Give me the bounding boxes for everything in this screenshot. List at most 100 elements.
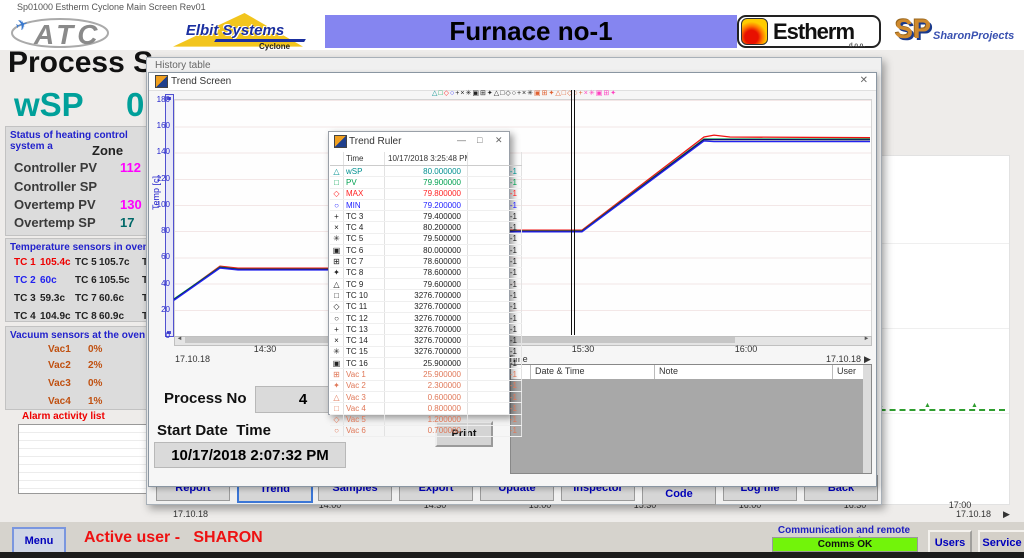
series-PV — [174, 138, 870, 300]
temperature-sensors-panel: Temperature sensors in oven cavit TC 1 1… — [5, 238, 174, 324]
legend-symbol: ◇ — [443, 90, 450, 97]
tc6-label: TC 6 — [75, 275, 97, 286]
legend-symbol: ✦ — [548, 90, 555, 97]
legend-symbol: △ — [555, 90, 561, 97]
trend-zoom-strip[interactable] — [165, 94, 174, 337]
menu-button[interactable]: Menu — [12, 527, 66, 554]
tc3-label: TC 3 — [14, 293, 36, 304]
tc5-label: TC 5 — [75, 257, 97, 268]
vac4-value: 1% — [88, 396, 103, 407]
process-screen-title: Process S — [8, 46, 154, 79]
trend-close-icon[interactable]: ✕ — [860, 75, 868, 86]
ruler-minimize-icon[interactable]: — — [457, 135, 466, 145]
trend-cursor-line[interactable] — [574, 90, 575, 335]
ruler-row-vac-6: ○ Vac 6 0.700000 -1 — [330, 425, 522, 438]
window-title: Sp01000 Estherm Cyclone Main Screen Rev0… — [17, 2, 206, 12]
ruler-close-icon[interactable]: ✕ — [495, 135, 503, 146]
ruler-window-icon — [334, 135, 347, 148]
ruler-row-min: ○ MIN 79.200000 -1 — [330, 199, 522, 212]
legend-symbol: ✦ — [610, 90, 617, 97]
estherm-icon — [741, 18, 768, 45]
vacuum-sensors-panel: Vacuum sensors at the oven entran Vac1 0… — [5, 326, 178, 410]
ruler-table: Time 10/17/2018 3:25:48 PM △ wSP 80.000000… — [330, 152, 522, 438]
y-tick: 80 — [161, 226, 170, 236]
trend-date-left: 17.10.18 — [175, 354, 211, 364]
ruler-time-header: Time — [343, 152, 385, 166]
background-next-arrow[interactable]: ▶ — [1003, 509, 1010, 520]
legend-symbol: ⊞ — [479, 90, 486, 97]
tc6-value: 105.5c — [99, 275, 130, 286]
y-tick: 140 — [156, 147, 170, 157]
trend-cursor-line[interactable] — [571, 90, 572, 335]
controller-pv-value: 112 — [120, 160, 141, 175]
vac4-label: Vac4 — [48, 396, 71, 407]
ruler-window-title: Trend Ruler — [349, 136, 402, 147]
ruler-row-max: ◇ MAX 79.800000 -1 — [330, 188, 522, 200]
scroll-left-icon[interactable]: ◄ — [175, 336, 184, 342]
x-tick: 16:00 — [734, 344, 758, 354]
active-user-label: Active user - SHARON — [84, 529, 263, 546]
y-tick: 160 — [156, 121, 170, 131]
vac3-value: 0% — [88, 378, 103, 389]
tc8-label: TC 8 — [75, 311, 97, 322]
tc-row-2: TC 2 60c TC 6 105.5c TC — [6, 275, 156, 288]
ruler-row-tc-15: ✳ TC 15 3276.700000 -1 — [330, 346, 522, 359]
scroll-right-icon[interactable]: ► — [862, 336, 871, 342]
estherm-name: Estherm — [773, 18, 855, 44]
tc4-value: 104.9c — [40, 311, 71, 322]
ruler-row-tc-14: × TC 14 3276.700000 -1 — [330, 334, 522, 347]
legend-symbol: □ — [500, 90, 505, 97]
y-tick: 40 — [161, 278, 170, 288]
tc2-value: 60c — [40, 275, 57, 286]
sharon-projects-name: SharonProjects — [933, 30, 1015, 42]
start-date-time-label: Start Date Time — [157, 422, 271, 439]
ruler-row-vac-4: □ Vac 4 0.800000 -1 — [330, 402, 522, 415]
y-tick: 20 — [161, 304, 170, 314]
notes-table[interactable]: Date & Time Note User — [510, 364, 872, 474]
svg-text:✈: ✈ — [14, 15, 31, 35]
ruler-row-tc-10: □ TC 10 3276.700000 -1 — [330, 289, 522, 302]
series-wSP — [174, 138, 870, 301]
legend-symbol: + — [455, 90, 460, 97]
main-screen: Sp01000 Estherm Cyclone Main Screen Rev0… — [0, 0, 1024, 558]
legend-symbol: ◇ — [505, 90, 511, 97]
ruler-row-tc-9: △ TC 9 79.600000 -1 — [330, 278, 522, 291]
background-date-left: 17.10.18 — [173, 509, 209, 519]
tc3-value: 59.3c — [40, 293, 66, 304]
notes-col-user: User — [833, 365, 863, 379]
ruler-row-tc-4: × TC 4 80.200000 -1 — [330, 221, 522, 234]
tc1-value: 105.4c — [40, 257, 71, 268]
history-window-title: History table — [155, 60, 211, 71]
legend-symbol: ✦ — [486, 90, 493, 97]
x-tick: 14:30 — [253, 344, 277, 354]
ruler-row-tc-13: + TC 13 3276.700000 -1 — [330, 323, 522, 336]
ruler-row-vac-3: △ Vac 3 0.600000 -1 — [330, 391, 522, 404]
ruler-row-tc-3: + TC 3 79.400000 -1 — [330, 210, 522, 223]
tc4-label: TC 4 — [14, 311, 36, 322]
wsp-label: wSP — [14, 86, 84, 123]
ruler-row-tc-11: ◇ TC 11 3276.700000 -1 — [330, 301, 522, 313]
sharon-sp-glyph: SP — [895, 14, 932, 44]
background-date-right: 17.10.18 — [956, 509, 992, 519]
ruler-row-tc-8: ✦ TC 8 78.600000 -1 — [330, 267, 522, 279]
notes-col-note: Note — [655, 365, 833, 379]
legend-symbol: □ — [561, 90, 566, 97]
ruler-row-vac-5: ◇ Vac 5 1.200000 -1 — [330, 414, 522, 426]
legend-symbol: ▣ — [472, 90, 479, 97]
tc-row-3: TC 3 59.3c TC 7 60.6c TC — [6, 293, 156, 306]
legend-symbol: ✳ — [527, 90, 533, 97]
atc-logo: ATC ✈ — [8, 14, 148, 50]
trend-ruler-dialog: Trend Ruler — □ ✕ Time 10/17/2018 3:25:4… — [328, 131, 522, 438]
legend-symbol: × — [583, 90, 588, 97]
vac1-label: Vac1 — [48, 344, 71, 355]
atc-logo-graphic: ATC ✈ — [11, 15, 109, 50]
ruler-maximize-icon[interactable]: □ — [477, 135, 482, 145]
green-marker: ▲ — [924, 402, 931, 409]
legend-symbol: ○ — [511, 90, 516, 97]
vac3-label: Vac3 — [48, 378, 71, 389]
legend-symbol: ⊞ — [603, 90, 610, 97]
tc-row-4: TC 4 104.9c TC 8 60.9c TC — [6, 311, 156, 324]
notes-scrollbar[interactable] — [863, 365, 871, 473]
trend-legend[interactable]: △ □ ◇ ○ + × ✳ ▣ ⊞ ✦ △ □ ◇ ○ + × ✳ ▣ ⊞ ✦ △ □ ◇ ○ + × ✳ ▣ ⊞ ✦ — [432, 89, 616, 98]
legend-symbol: × — [522, 90, 527, 97]
